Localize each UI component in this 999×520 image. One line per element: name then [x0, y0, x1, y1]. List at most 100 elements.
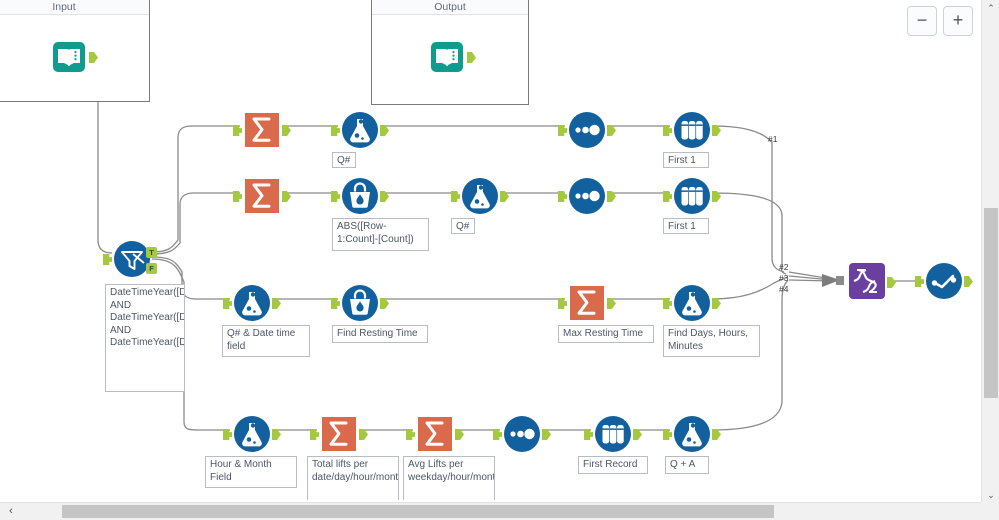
input-anchor[interactable] [915, 276, 924, 287]
tool-formula-r1[interactable] [331, 111, 389, 149]
annotation-filter: DateTimeYear([Date])!=2020 AND DateTimeY… [105, 284, 185, 392]
tool-output-data[interactable] [428, 38, 476, 76]
output-anchor[interactable] [380, 298, 389, 309]
output-anchor[interactable] [607, 298, 616, 309]
input-anchor[interactable] [451, 191, 460, 202]
output-anchor[interactable] [359, 429, 368, 440]
input-anchor[interactable] [233, 125, 242, 136]
tool-formula-r4b[interactable] [663, 415, 721, 453]
flask-icon [461, 177, 499, 215]
vertical-scrollbar[interactable]: ⌃ ⌄ [981, 0, 999, 504]
tool-multirow-formula-r2[interactable] [331, 177, 389, 215]
annotation-sample-r4: First Record [578, 456, 648, 474]
input-anchor[interactable] [331, 125, 340, 136]
input-anchor[interactable] [103, 254, 112, 265]
output-anchor[interactable] [887, 277, 896, 288]
input-anchor[interactable] [584, 429, 593, 440]
tool-filter[interactable]: T F [103, 240, 157, 278]
true-anchor[interactable]: T [146, 247, 157, 258]
output-anchor[interactable] [712, 429, 721, 440]
tool-sample-r4[interactable] [584, 415, 642, 453]
tool-summarize-r4a[interactable] [310, 415, 368, 453]
horizontal-scrollbar-thumb[interactable] [62, 505, 774, 518]
output-anchor[interactable] [633, 429, 642, 440]
input-anchor[interactable] [233, 191, 242, 202]
tool-formula-r2[interactable] [451, 177, 509, 215]
input-anchor[interactable] [223, 429, 232, 440]
output-anchor[interactable] [272, 298, 281, 309]
input-anchor[interactable] [406, 429, 415, 440]
input-anchor[interactable] [663, 125, 672, 136]
input-anchor[interactable] [223, 298, 232, 309]
output-anchor[interactable] [282, 125, 291, 136]
tool-summarize-r1[interactable] [233, 111, 291, 149]
tool-browse[interactable] [915, 262, 973, 300]
input-anchor[interactable] [558, 298, 567, 309]
horizontal-scrollbar[interactable]: ‹ › [0, 502, 999, 520]
tool-summarize-r4b[interactable] [406, 415, 464, 453]
output-anchor[interactable] [380, 191, 389, 202]
zoom-in-button[interactable]: + [943, 6, 973, 36]
output-anchor[interactable] [607, 191, 616, 202]
output-anchor[interactable] [712, 191, 721, 202]
output-anchor[interactable] [607, 125, 616, 136]
container-title-output: Output [372, 0, 528, 15]
select-icon [568, 177, 606, 215]
output-anchor[interactable] [282, 191, 291, 202]
tool-multirow-formula-r3[interactable] [331, 284, 389, 322]
browse-chart-icon [925, 262, 963, 300]
scrollbar-corner [981, 502, 999, 520]
output-anchor[interactable] [500, 191, 509, 202]
zoom-out-button[interactable]: − [907, 6, 937, 36]
tool-input-data[interactable] [50, 38, 98, 76]
zoom-controls: − + [907, 6, 973, 36]
input-anchor[interactable] [493, 429, 502, 440]
scroll-up-arrow-icon[interactable]: ⌃ [982, 0, 999, 17]
test-tubes-icon [673, 177, 711, 215]
input-anchor[interactable] [663, 191, 672, 202]
tool-formula-r3[interactable] [223, 284, 281, 322]
tool-formula-r3b[interactable] [663, 284, 721, 322]
flask-icon [341, 111, 379, 149]
tool-select-r2[interactable] [558, 177, 616, 215]
tool-summarize-r2[interactable] [233, 177, 291, 215]
tool-union[interactable] [848, 262, 896, 300]
input-anchor[interactable] [663, 298, 672, 309]
output-anchor[interactable] [272, 429, 281, 440]
false-anchor[interactable]: F [146, 263, 157, 274]
output-anchor[interactable] [542, 429, 551, 440]
input-anchor[interactable] [663, 429, 672, 440]
tool-formula-r4[interactable] [223, 415, 281, 453]
sigma-icon [243, 177, 281, 215]
input-anchor[interactable] [310, 429, 319, 440]
select-icon [503, 415, 541, 453]
test-tubes-icon [673, 111, 711, 149]
workflow-canvas[interactable]: Input Output T F DateTimeYear([AND Date… [0, 0, 981, 500]
scroll-left-arrow-icon[interactable]: ‹ [2, 503, 20, 520]
book-icon [50, 38, 88, 76]
output-anchor[interactable] [712, 298, 721, 309]
annotation-sample-r1: First 1 [663, 152, 709, 168]
sigma-icon [416, 415, 454, 453]
tool-select-r1[interactable] [558, 111, 616, 149]
tool-sample-r1[interactable] [663, 111, 721, 149]
connection-label-1: #1 [768, 134, 778, 144]
flask-icon [233, 415, 271, 453]
input-anchor[interactable] [331, 191, 340, 202]
vertical-scrollbar-thumb[interactable] [984, 208, 998, 398]
tool-sample-r2[interactable] [663, 177, 721, 215]
connection-label-4: #4 [779, 284, 789, 294]
annotation-multirow-r2: ABS([Row-1:Count]-[Count]) [332, 218, 429, 251]
output-anchor[interactable] [964, 276, 973, 287]
annotation-summarize-r3: Max Resting Time [558, 325, 654, 343]
bucket-icon [341, 284, 379, 322]
input-anchor[interactable] [331, 298, 340, 309]
output-anchor[interactable] [712, 125, 721, 136]
output-anchor[interactable] [455, 429, 464, 440]
output-anchor[interactable] [380, 125, 389, 136]
input-anchor[interactable] [558, 191, 567, 202]
book-icon [428, 38, 466, 76]
tool-summarize-r3[interactable] [558, 284, 616, 322]
tool-select-r4[interactable] [493, 415, 551, 453]
input-anchor[interactable] [558, 125, 567, 136]
